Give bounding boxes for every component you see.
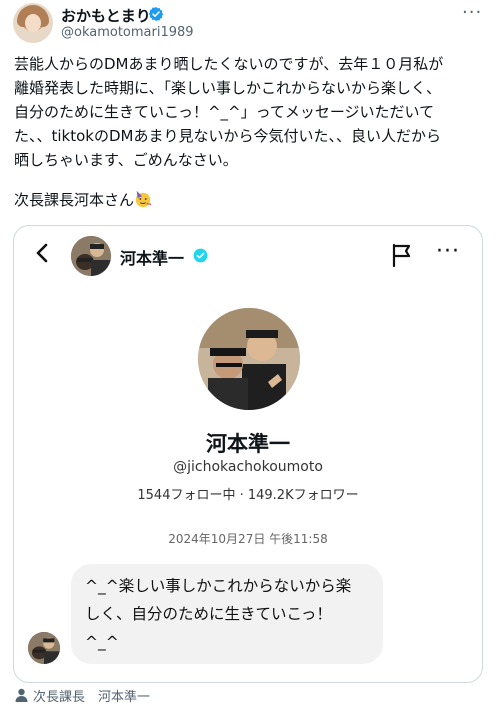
screenshot-header-name: 河本準一 xyxy=(120,249,185,268)
tagged-users[interactable]: 次長課長 河本準一 xyxy=(33,686,150,705)
report-flag-icon xyxy=(392,243,411,267)
profile-stats: 1544フォロー中 · 149.2Kフォロワー xyxy=(137,488,359,503)
profile-handle: @jichokachokoumoto xyxy=(173,459,323,475)
tweet-closing-line: 次長課長河本さん xyxy=(14,188,152,212)
author-display-name[interactable]: おかもとまり xyxy=(61,5,151,26)
verified-badge-icon xyxy=(148,7,164,21)
party-face-emoji-icon xyxy=(135,190,152,208)
author-avatar[interactable] xyxy=(13,3,53,43)
author-handle[interactable]: @okamotomari1989 xyxy=(61,25,194,40)
header-avatar xyxy=(71,236,111,276)
profile-name: 河本準一 xyxy=(206,432,290,456)
person-tag-icon xyxy=(15,688,28,702)
tweet-text: 芸能人からのDMあまり晒したくないのですが、去年１０月私が 離婚発表した時期に、… xyxy=(14,55,444,169)
sender-avatar xyxy=(28,632,60,664)
tweet-closing-text: 次長課長河本さん xyxy=(14,191,135,209)
verified-badge-icon xyxy=(193,248,208,263)
message-bubble: ^_^楽しい事しかこれからないから楽 しく、自分のために生きていこっ！ ^_^ xyxy=(71,564,383,664)
back-arrow-icon xyxy=(36,243,48,263)
avatar-face xyxy=(25,14,41,32)
more-options-icon[interactable]: ··· xyxy=(462,2,482,23)
tweet-media-image[interactable]: 河本準一 ··· 河本準一 @jichokachokoumoto 1544フォロ… xyxy=(13,225,483,683)
message-text: ^_^楽しい事しかこれからないから楽 しく、自分のために生きていこっ！ ^_^ xyxy=(85,577,352,651)
profile-avatar xyxy=(198,308,300,410)
message-timestamp: 2024年10月27日 午後11:58 xyxy=(168,532,328,546)
more-options-icon: ··· xyxy=(436,239,460,264)
